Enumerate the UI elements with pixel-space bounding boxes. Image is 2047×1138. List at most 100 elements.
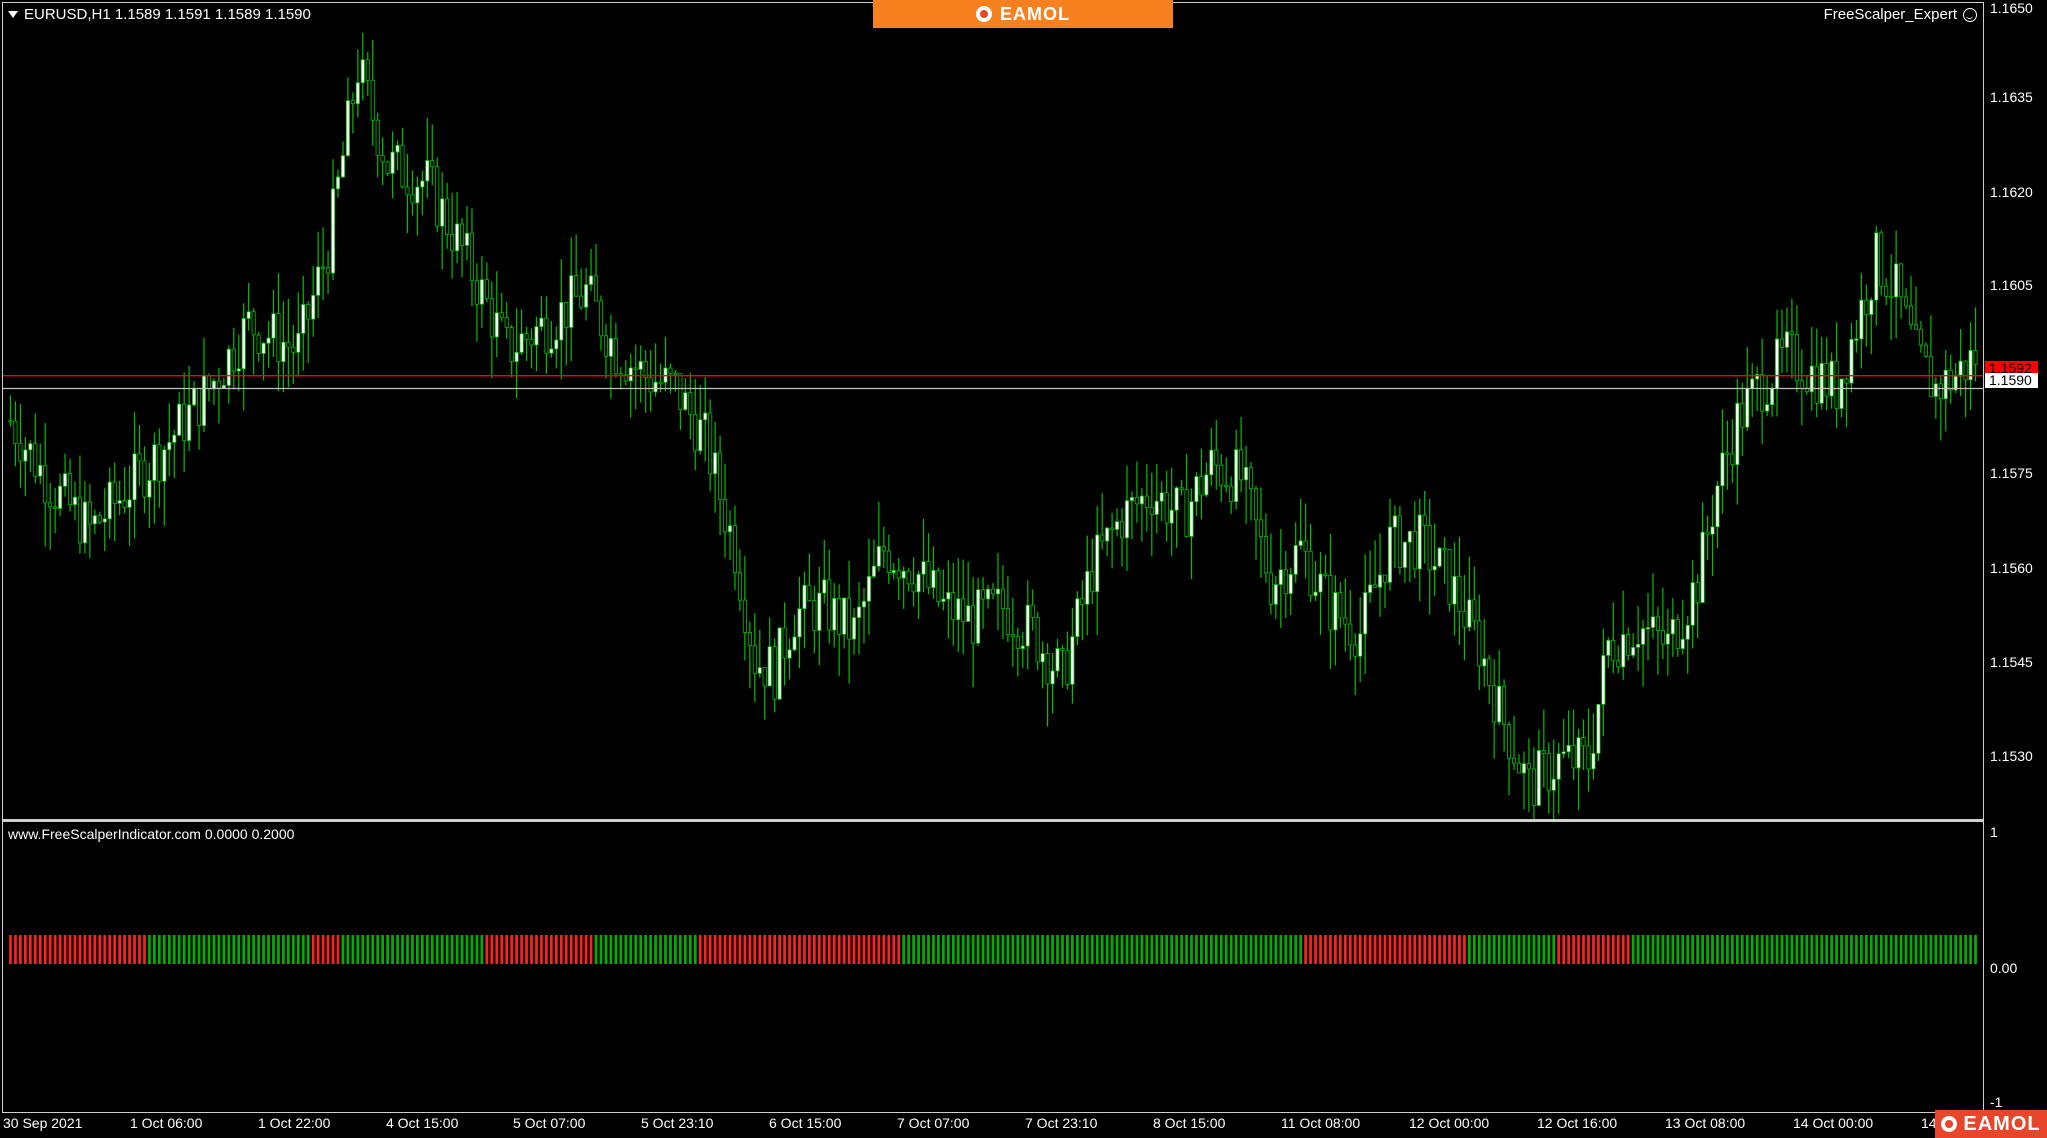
- candle-body: [1685, 624, 1690, 640]
- candle-body: [1799, 380, 1804, 389]
- candle-body: [1606, 639, 1611, 656]
- histogram-bars: [9, 935, 1977, 964]
- candle-body: [1095, 534, 1100, 593]
- indicator-subwindow[interactable]: [3, 822, 1983, 1112]
- candle-body: [1521, 763, 1526, 774]
- candle-body: [713, 452, 718, 475]
- candle-body: [916, 573, 921, 593]
- brand-banner-bottom: EAMOL: [1935, 1110, 2047, 1138]
- candle-body: [1323, 573, 1328, 576]
- candle-body: [1774, 338, 1780, 390]
- candle-body: [981, 589, 986, 600]
- candle-body: [911, 583, 916, 593]
- candle-body: [1735, 402, 1740, 466]
- candle-body: [122, 500, 127, 508]
- candle-body: [1680, 638, 1685, 650]
- candle-body: [1442, 547, 1447, 551]
- candle-body: [296, 332, 301, 353]
- candle-body: [316, 266, 321, 296]
- candle-body: [1144, 495, 1149, 509]
- candle-body: [1348, 623, 1353, 646]
- time-axis-label: 12 Oct 00:00: [1409, 1115, 1490, 1131]
- candle-body: [956, 598, 961, 621]
- candle-body: [474, 280, 479, 305]
- candle-body: [1268, 572, 1273, 605]
- candle-body: [251, 311, 256, 336]
- candle-body: [350, 100, 355, 105]
- candlestick-chart[interactable]: [3, 3, 1983, 846]
- candle-body: [216, 380, 221, 389]
- candle-body: [420, 180, 425, 188]
- candle-body: [1224, 484, 1229, 488]
- candle-body: [1869, 299, 1874, 315]
- candle-body: [1318, 573, 1323, 593]
- candle-body: [1194, 476, 1199, 503]
- candle-body: [400, 144, 405, 188]
- candle-body: [1665, 633, 1670, 645]
- candle-body: [102, 518, 107, 523]
- candle-body: [1169, 509, 1174, 524]
- candle-body: [1065, 649, 1070, 685]
- candle-body: [1392, 515, 1397, 528]
- price-axis-label: 1.1575: [1990, 465, 2033, 481]
- candle-body: [574, 275, 579, 297]
- dropdown-triangle-icon[interactable]: [8, 11, 18, 18]
- candle-body: [494, 312, 499, 338]
- expert-advisor-label[interactable]: FreeScalper_Expert: [1824, 6, 1977, 23]
- candle-body: [658, 381, 663, 385]
- candle-body: [1770, 388, 1775, 406]
- candle-body: [737, 572, 742, 601]
- candle-body: [1293, 545, 1298, 575]
- candle-body: [1497, 685, 1502, 723]
- candle-body: [380, 155, 385, 163]
- candle-body: [1660, 630, 1665, 645]
- candle-body: [499, 312, 504, 319]
- candle-body: [286, 341, 291, 348]
- candle-body: [1839, 378, 1844, 409]
- candle-body: [142, 460, 147, 498]
- candle-body: [1343, 617, 1348, 625]
- candle-body: [1070, 636, 1075, 685]
- candle-body: [112, 481, 117, 504]
- candle-body: [1933, 383, 1938, 397]
- candle-body: [1303, 540, 1308, 552]
- price-chart-area[interactable]: [3, 3, 1983, 846]
- candle-body: [1556, 753, 1561, 780]
- candle-body: [1154, 500, 1159, 515]
- candle-body: [77, 496, 82, 544]
- candle-body: [792, 636, 797, 651]
- candle-body: [1844, 378, 1849, 384]
- candle-body: [822, 579, 827, 594]
- candle-body: [1452, 575, 1457, 605]
- candle-body: [1859, 299, 1864, 340]
- candle-body: [430, 160, 435, 168]
- candle-body: [1457, 575, 1462, 612]
- candle-body: [8, 420, 13, 423]
- candle-body: [1784, 331, 1789, 348]
- candle-body: [489, 298, 494, 338]
- candle-body: [1229, 485, 1234, 502]
- candle-body: [375, 119, 380, 156]
- candle-body: [534, 326, 539, 346]
- candle-body: [1938, 383, 1943, 400]
- candle-body: [167, 442, 172, 451]
- candle-body: [28, 443, 33, 451]
- candle-body: [688, 392, 693, 415]
- indicator-histogram[interactable]: [3, 822, 1983, 1112]
- indicator-axis-label: -1: [1990, 1094, 2003, 1110]
- candle-body: [1536, 750, 1541, 806]
- candle-body: [1824, 363, 1829, 397]
- candle-body: [1621, 634, 1626, 668]
- candle-body: [1750, 378, 1755, 389]
- candle-body: [995, 588, 1000, 595]
- candle-body: [1561, 751, 1566, 755]
- candle-body: [1338, 592, 1343, 619]
- candle-body: [603, 335, 608, 357]
- candle-body: [693, 413, 698, 452]
- price-axis-label: 1.1545: [1990, 654, 2033, 670]
- candle-body: [1571, 744, 1576, 769]
- candle-body: [97, 515, 102, 523]
- candle-body: [579, 295, 584, 308]
- candle-body: [509, 327, 514, 362]
- brand-text-top: EAMOL: [1000, 3, 1070, 24]
